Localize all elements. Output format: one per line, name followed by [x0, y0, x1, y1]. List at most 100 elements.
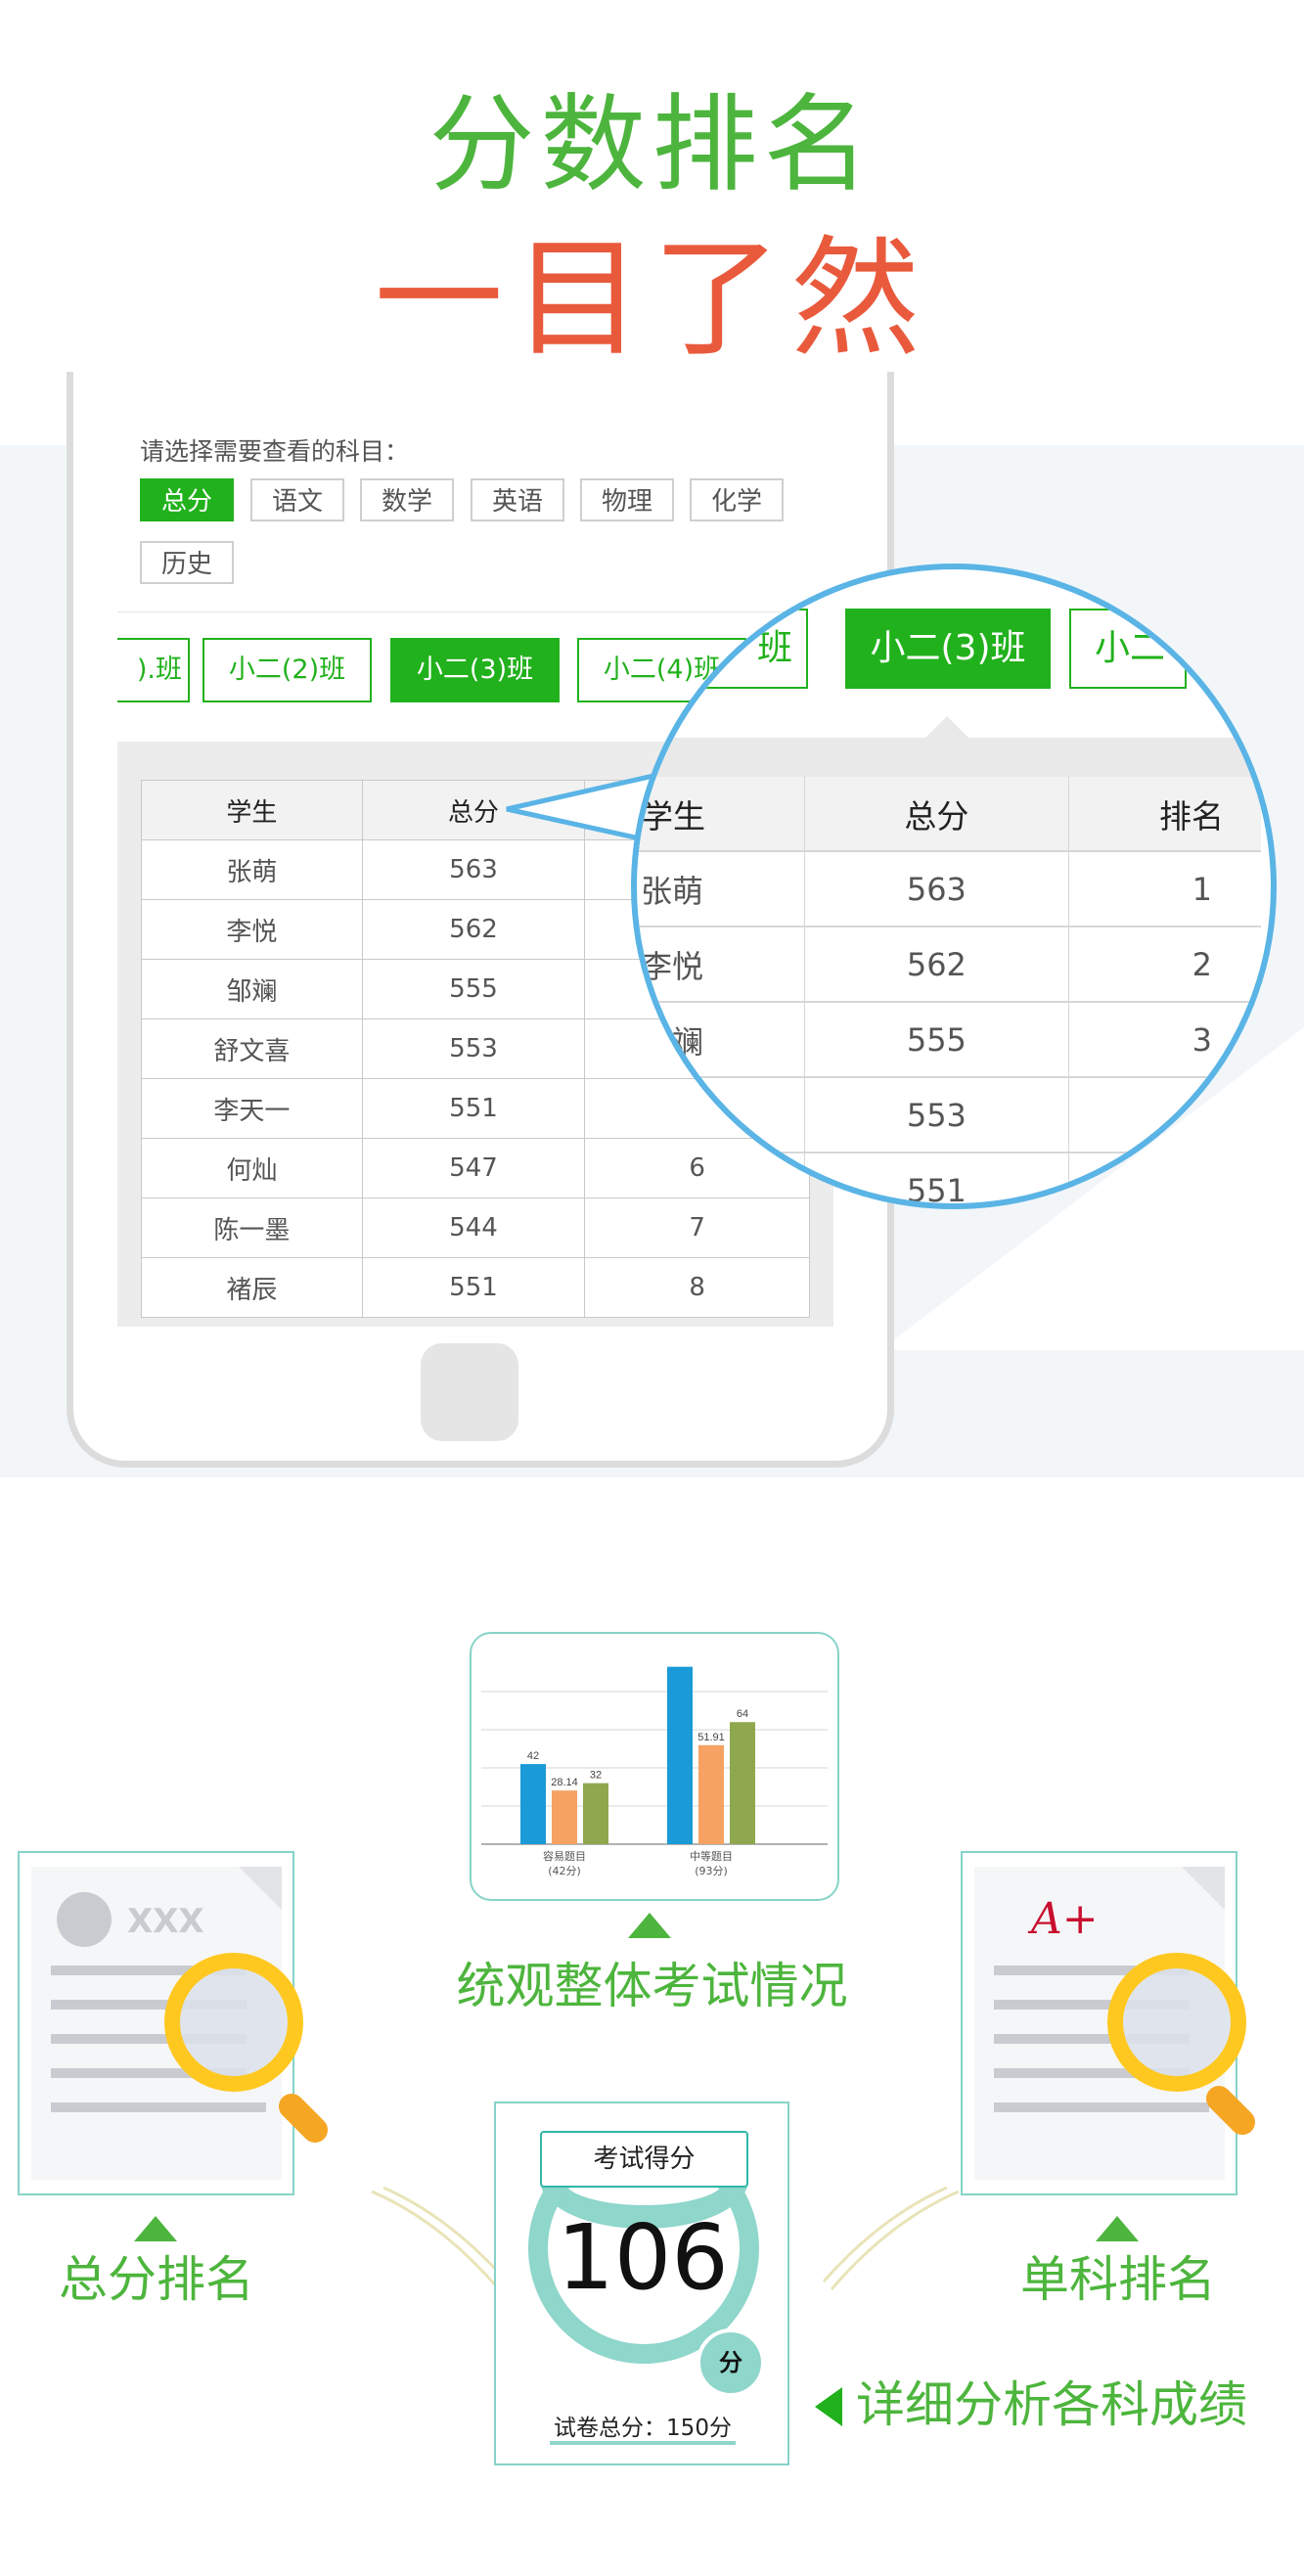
grade-mark: A+	[1031, 1894, 1099, 1944]
difficulty-bar-chart: 42 28.14 32 容易题目 (42分) 51.91 64 中等题目 (93分)	[481, 1666, 828, 1877]
subject-tab-math[interactable]: 数学	[360, 478, 454, 521]
subject-rank-card: A+	[961, 1851, 1261, 2195]
chart-category-label: (42分)	[548, 1865, 581, 1877]
magnifier-icon	[1107, 1953, 1246, 2092]
headline-secondary: 一目了然	[374, 224, 930, 375]
subject-tab-chemistry[interactable]: 化学	[690, 478, 784, 521]
score-card: 考试得分 106 分 试卷总分：150分	[494, 2101, 789, 2465]
student-score: 553	[361, 1018, 586, 1079]
chart-category-label: 中等题目	[690, 1849, 733, 1863]
zoom-class-tab-prev: 班	[676, 609, 808, 689]
table-row[interactable]: 褚辰 551 8	[141, 1257, 810, 1318]
subject-tab-total[interactable]: 总分	[140, 478, 234, 521]
class-tab-2[interactable]: 小二(2)班	[202, 638, 372, 702]
chart-value-label: 51.91	[697, 1732, 725, 1743]
student-name: 褚辰	[141, 1257, 363, 1318]
subject-tab-history[interactable]: 历史	[140, 541, 234, 584]
student-score: 551	[361, 1257, 586, 1318]
chart-bar	[583, 1783, 608, 1844]
subject-tab-physics[interactable]: 物理	[580, 478, 674, 521]
student-score: 555	[361, 959, 586, 1019]
zoom-student-score: 563	[804, 851, 1069, 927]
chart-card: 42 28.14 32 容易题目 (42分) 51.91 64 中等题目 (93分)	[470, 1632, 839, 1901]
chart-bar	[552, 1790, 577, 1844]
page-fold	[1182, 1867, 1225, 1910]
chart-bar	[520, 1764, 546, 1844]
student-name: 邹斓	[141, 959, 363, 1019]
pointer-up-icon	[628, 1913, 671, 1938]
pointer-up-icon	[134, 2216, 177, 2241]
student-name: 李天一	[141, 1078, 363, 1139]
zoom-tab-pointer	[925, 716, 968, 738]
zoom-header-student: 学生	[637, 777, 806, 852]
zoom-student-name: 张萌	[637, 851, 806, 927]
zoom-header-rank: 排名	[1068, 777, 1261, 852]
zoom-student-rank: 3	[1068, 1002, 1261, 1078]
pointer-up-icon	[1096, 2216, 1139, 2241]
zoom-header-score: 总分	[804, 777, 1069, 852]
class-tab-1[interactable]: ).班	[117, 638, 190, 702]
zoom-student-score: 553	[804, 1077, 1069, 1153]
zoom-row: 551	[637, 1152, 1261, 1203]
zoom-student-name: 李悦	[637, 926, 806, 1003]
chart-category-label: 容易题目	[543, 1849, 586, 1863]
subject-rank-caption: 单科排名	[1020, 2251, 1216, 2308]
score-unit-badge: 分	[697, 2328, 765, 2397]
chart-value-label: 42	[527, 1750, 539, 1762]
zoom-row: 553	[637, 1077, 1261, 1153]
student-name: 何灿	[141, 1138, 363, 1198]
subject-prompt: 请选择需要查看的科目：	[140, 437, 410, 466]
zoom-student-rank: 1	[1068, 851, 1261, 927]
student-score: 544	[361, 1198, 586, 1258]
class-tab-3[interactable]: 小二(3)班	[390, 638, 560, 702]
zoom-class-tab-selected: 小二(3)班	[845, 609, 1051, 689]
chart-bar	[730, 1722, 755, 1844]
label-underline	[550, 2441, 736, 2445]
total-rank-caption: 总分排名	[59, 2251, 254, 2308]
student-name: 张萌	[141, 839, 363, 900]
zoom-student-name	[637, 1152, 806, 1203]
home-button[interactable]	[421, 1343, 518, 1441]
pointer-left-icon	[815, 2387, 842, 2426]
student-rank: 8	[584, 1257, 810, 1318]
chart-bar	[698, 1744, 724, 1844]
student-name: 陈一墨	[141, 1198, 363, 1258]
student-score: 547	[361, 1138, 586, 1198]
student-name: 李悦	[141, 899, 363, 960]
student-rank: 7	[584, 1198, 810, 1258]
table-row[interactable]: 陈一墨 544 7	[141, 1198, 810, 1258]
zoom-lens: 班 小二(3)班 小二 学生 总分 排名 张萌 563 1 李悦 562 2 邹斓 555…	[631, 564, 1277, 1209]
zoom-ranking-table: 学生 总分 排名 张萌 563 1 李悦 562 2 邹斓 555 3 553 551	[637, 777, 1261, 1203]
zoom-table-bar	[637, 738, 1271, 777]
student-score: 551	[361, 1078, 586, 1139]
column-header-student: 学生	[141, 780, 363, 840]
subject-tab-english[interactable]: 英语	[471, 478, 564, 521]
chart-value-label: 28.14	[551, 1777, 578, 1788]
subject-tab-chinese[interactable]: 语文	[250, 478, 344, 521]
zoom-student-score: 562	[804, 926, 1069, 1003]
magnifier-icon	[164, 1953, 303, 2092]
total-rank-card: XXX	[18, 1851, 334, 2195]
student-score: 562	[361, 899, 586, 960]
zoom-student-score: 555	[804, 1002, 1069, 1078]
text-line	[51, 2102, 266, 2112]
zoom-student-score: 551	[804, 1152, 1069, 1203]
headline-primary: 分数排名	[428, 84, 876, 206]
student-name: 舒文喜	[141, 1018, 363, 1079]
chart-value-label: 32	[590, 1770, 602, 1782]
text-line	[994, 2102, 1209, 2112]
chart-value-label: 64	[737, 1708, 748, 1720]
zoom-class-tab-next: 小二	[1069, 609, 1187, 689]
score-value: 106	[557, 2205, 729, 2310]
chart-category-label: (93分)	[695, 1865, 728, 1877]
avatar-placeholder	[57, 1892, 112, 1947]
zoom-row: 邹斓 555 3	[637, 1002, 1261, 1078]
zoom-student-name: 邹斓	[637, 1002, 806, 1078]
page-fold	[239, 1867, 282, 1910]
zoom-student-rank	[1068, 1152, 1261, 1203]
score-title-box: 考试得分	[540, 2131, 748, 2188]
zoom-student-rank: 2	[1068, 926, 1261, 1003]
detail-caption: 详细分析各科成绩	[856, 2376, 1247, 2433]
zoom-student-rank	[1068, 1077, 1261, 1153]
zoom-row: 张萌 563 1	[637, 851, 1261, 927]
